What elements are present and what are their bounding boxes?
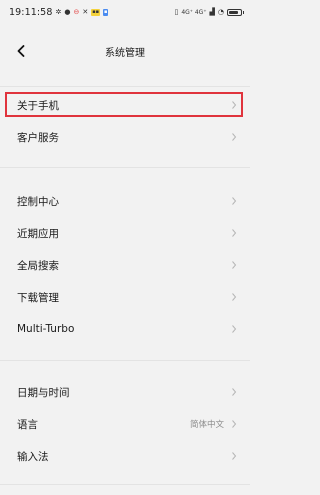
status-left: 19:11:58 ✲ ● ⊖ ✕ ▪▪ ▪ — [9, 6, 109, 18]
chevron-right-icon — [232, 325, 237, 333]
chevron-right-icon — [232, 420, 237, 428]
menu-item-customer-service[interactable]: 客户服务 — [0, 121, 250, 153]
divider — [0, 86, 250, 87]
menu-item-language[interactable]: 语言 简体中文 — [0, 408, 250, 440]
gear-icon: ✲ — [55, 7, 62, 16]
menu-item-label: 控制中心 — [17, 195, 59, 208]
header: 系统管理 — [0, 24, 250, 78]
app-badge-icon: ▪▪ — [91, 8, 100, 16]
divider — [0, 167, 250, 168]
vibrate-icon: ▯ — [174, 7, 179, 16]
tools-icon: ✕ — [82, 7, 89, 16]
menu-item-label: 下载管理 — [17, 291, 59, 304]
status-right: ▯ 4G⁺ 4G⁺ ▟ ◔ — [174, 7, 244, 16]
chevron-right-icon — [232, 197, 237, 205]
menu-item-label: 近期应用 — [17, 227, 59, 240]
menu-item-label: 客户服务 — [17, 131, 59, 144]
menu-item-label: 语言 — [17, 418, 38, 431]
language-value: 简体中文 — [189, 420, 224, 430]
menu-item-label: 输入法 — [17, 450, 49, 463]
menu-item-label: 全局搜索 — [17, 259, 59, 272]
battery-fill — [229, 10, 238, 14]
settings-group-2: 控制中心 近期应用 全局搜索 下载管理 Multi-Turbo — [0, 185, 250, 345]
chevron-right-icon — [232, 229, 237, 237]
page-title: 系统管理 — [105, 48, 145, 59]
chevron-right-icon — [232, 133, 237, 141]
chevron-right-icon — [232, 261, 237, 269]
chevron-right-icon — [232, 388, 237, 396]
notification-dot-icon: ● — [64, 7, 71, 16]
chevron-right-icon — [232, 101, 237, 109]
menu-item-global-search[interactable]: 全局搜索 — [0, 249, 250, 281]
menu-item-control-center[interactable]: 控制中心 — [0, 185, 250, 217]
no-entry-icon: ⊖ — [73, 7, 80, 16]
menu-item-recent-apps[interactable]: 近期应用 — [0, 217, 250, 249]
status-bar: 19:11:58 ✲ ● ⊖ ✕ ▪▪ ▪ ▯ 4G⁺ 4G⁺ ▟ ◔ — [0, 0, 250, 24]
menu-item-label: 关于手机 — [17, 99, 59, 112]
status-time: 19:11:58 — [9, 6, 53, 18]
settings-group-1: 关于手机 客户服务 — [0, 89, 250, 153]
menu-item-download-manager[interactable]: 下载管理 — [0, 281, 250, 313]
battery-icon — [227, 8, 244, 16]
settings-group-3: 日期与时间 语言 简体中文 输入法 — [0, 376, 250, 472]
menu-item-label: Multi-Turbo — [17, 323, 75, 335]
chevron-right-icon — [232, 293, 237, 301]
divider — [0, 484, 250, 485]
menu-item-multi-turbo[interactable]: Multi-Turbo — [0, 313, 250, 345]
signal-text: 4G⁺ 4G⁺ — [181, 8, 207, 16]
divider — [0, 360, 250, 361]
menu-item-input-method[interactable]: 输入法 — [0, 440, 250, 472]
menu-item-about-phone[interactable]: 关于手机 — [0, 89, 250, 121]
menu-item-label: 日期与时间 — [17, 386, 70, 399]
wifi-icon: ◔ — [217, 7, 224, 16]
chevron-right-icon — [232, 452, 237, 460]
signal-icon: ▟ — [209, 7, 215, 16]
menu-item-date-time[interactable]: 日期与时间 — [0, 376, 250, 408]
app-badge-icon: ▪ — [102, 8, 109, 16]
